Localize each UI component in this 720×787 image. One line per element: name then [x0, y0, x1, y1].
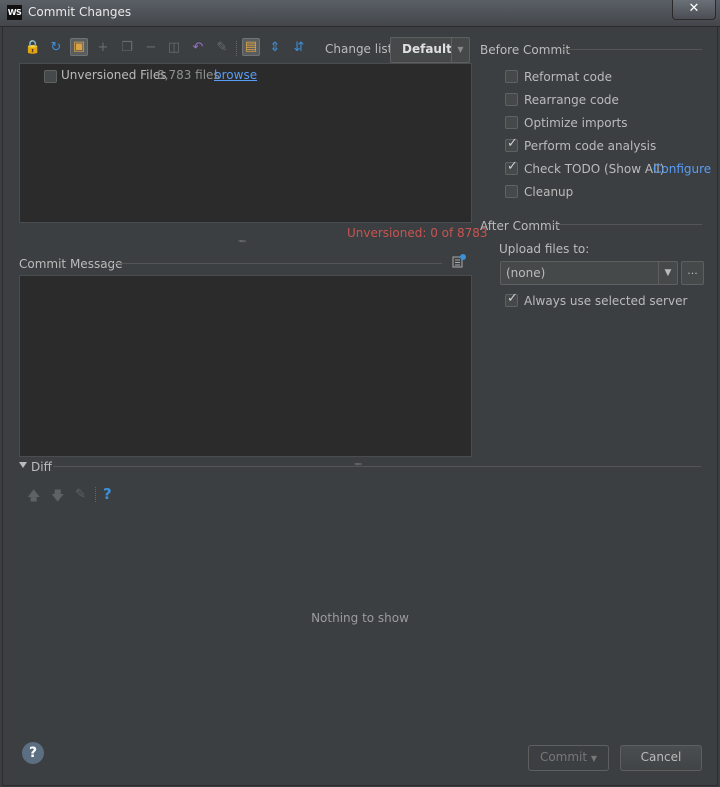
browse-link[interactable]: browse — [214, 68, 257, 82]
check-todo-label[interactable]: Check TODO (Show All) — [524, 162, 664, 176]
cleanup-checkbox[interactable] — [505, 185, 518, 198]
optimize-imports-checkbox[interactable] — [505, 116, 518, 129]
collapse-all-icon[interactable]: ⇵ — [290, 39, 308, 57]
unversioned-files-checkbox[interactable] — [44, 70, 57, 83]
message-history-icon[interactable] — [452, 254, 466, 268]
configure-link[interactable]: Configure — [653, 162, 711, 176]
unversioned-files-label: Unversioned Files — [61, 68, 167, 82]
edit-source-icon[interactable]: ✎ — [213, 39, 231, 57]
rearrange-code-label[interactable]: Rearrange code — [524, 93, 619, 107]
change-list-value: Default — [402, 42, 452, 56]
commit-button[interactable]: Commit ▼ — [528, 745, 609, 771]
show-diff-icon[interactable]: ▣ — [70, 38, 88, 56]
collapse-triangle-icon[interactable] — [19, 462, 27, 468]
chevron-down-icon: ▼ — [590, 754, 598, 763]
toolbar-separator — [95, 487, 97, 502]
diff-label[interactable]: Diff — [31, 460, 52, 474]
reformat-code-label[interactable]: Reformat code — [524, 70, 612, 84]
optimize-imports-label[interactable]: Optimize imports — [524, 116, 628, 130]
reformat-code-checkbox[interactable] — [505, 70, 518, 83]
always-use-server-label[interactable]: Always use selected server — [524, 294, 687, 308]
group-by-directory-icon[interactable]: ▤ — [242, 38, 260, 56]
commit-message-input[interactable] — [19, 275, 472, 457]
changed-files-tree[interactable]: Unversioned Files 8,783 files browse — [19, 63, 472, 223]
rearrange-code-checkbox[interactable] — [505, 93, 518, 106]
change-list-select[interactable]: Default ▼ — [390, 37, 470, 63]
cancel-button[interactable]: Cancel — [620, 745, 702, 771]
commit-button-label: Commit — [539, 750, 588, 764]
commit-message-label: Commit Message — [19, 257, 123, 271]
move-icon[interactable]: ◫ — [165, 39, 183, 57]
unversioned-status: Unversioned: 0 of 8783 — [347, 226, 488, 240]
arrow-up-icon[interactable]: 🡅 — [27, 487, 40, 509]
always-use-server-checkbox[interactable] — [505, 291, 518, 307]
section-divider — [562, 49, 702, 50]
section-divider — [552, 224, 702, 225]
upload-server-value: (none) — [506, 266, 546, 280]
cleanup-label[interactable]: Cleanup — [524, 185, 573, 199]
before-commit-title: Before Commit — [480, 43, 571, 57]
refresh-icon[interactable]: ↻ — [47, 39, 65, 57]
upload-server-select[interactable]: (none) ▼ — [500, 261, 678, 285]
add-icon[interactable]: + — [94, 39, 112, 57]
rollback-icon[interactable]: ↶ — [189, 39, 207, 57]
chevron-down-icon: ▼ — [451, 38, 469, 62]
splitter-handle[interactable]: '''''' — [238, 239, 246, 248]
lock-icon[interactable]: 🔒 — [24, 39, 42, 57]
check-todo-checkbox[interactable] — [505, 159, 518, 175]
copy-icon[interactable]: ❐ — [118, 39, 136, 57]
browse-servers-button[interactable]: ... — [681, 261, 704, 285]
empty-diff-message: Nothing to show — [311, 611, 409, 625]
close-button[interactable]: ✕ — [672, 0, 716, 20]
help-button[interactable]: ? — [22, 742, 44, 764]
section-divider — [53, 466, 701, 467]
after-commit-title: After Commit — [480, 219, 560, 233]
expand-all-icon[interactable]: ⇕ — [266, 39, 284, 57]
arrow-down-icon[interactable]: 🡇 — [51, 487, 64, 509]
toolbar-separator — [236, 41, 238, 56]
edit-source-icon[interactable]: ✎ — [75, 487, 86, 502]
perform-code-analysis-checkbox[interactable] — [505, 136, 518, 152]
remove-icon[interactable]: − — [142, 39, 160, 57]
change-list-label: Change list: — [325, 42, 397, 56]
unversioned-files-count: 8,783 files — [157, 68, 220, 82]
help-icon[interactable]: ? — [103, 485, 112, 503]
splitter-handle[interactable]: '''''' — [354, 462, 362, 471]
chevron-down-icon: ▼ — [658, 262, 677, 284]
perform-code-analysis-label[interactable]: Perform code analysis — [524, 139, 656, 153]
upload-files-label: Upload files to: — [499, 242, 590, 256]
section-divider — [112, 263, 442, 264]
webstorm-logo-icon: WS — [7, 5, 22, 20]
window-title: Commit Changes — [28, 5, 132, 19]
